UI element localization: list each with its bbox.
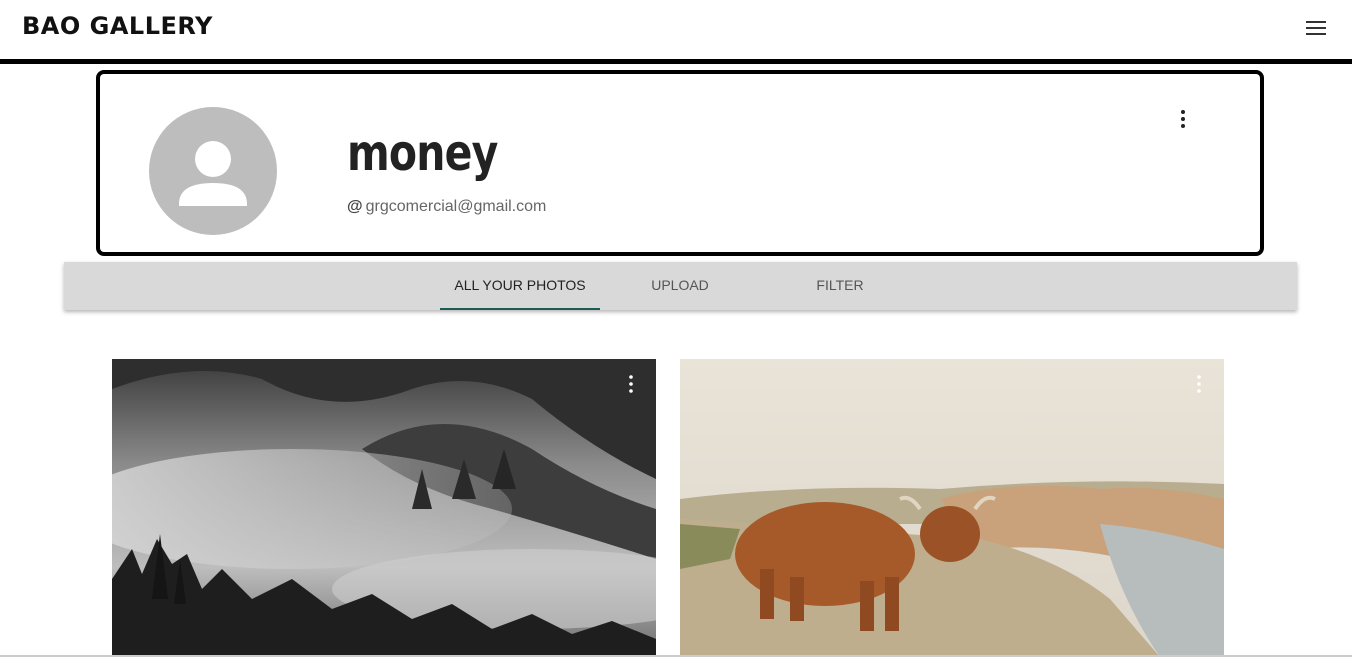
more-vert-icon[interactable] <box>1196 375 1202 393</box>
avatar <box>149 107 277 235</box>
tab-bar: ALL YOUR PHOTOS UPLOAD FILTER <box>64 262 1297 310</box>
tab-filter[interactable]: FILTER <box>760 262 920 310</box>
profile-name: money <box>347 124 498 182</box>
photo-card[interactable] <box>680 359 1224 657</box>
top-app-bar: BAO GALLERY <box>0 0 1352 64</box>
person-icon <box>179 141 247 206</box>
more-vert-icon[interactable] <box>1178 109 1188 129</box>
tab-all-your-photos[interactable]: ALL YOUR PHOTOS <box>440 262 600 310</box>
photo-image <box>112 359 656 657</box>
photo-image <box>680 359 1224 657</box>
brand-logo[interactable]: BAO GALLERY <box>22 12 213 40</box>
profile-card: money @ grgcomercial@gmail.com <box>96 70 1264 256</box>
photo-card[interactable] <box>112 359 656 657</box>
tab-upload[interactable]: UPLOAD <box>600 262 760 310</box>
more-vert-icon[interactable] <box>628 375 634 393</box>
email-text: grgcomercial@gmail.com <box>365 198 547 215</box>
hamburger-menu-icon[interactable] <box>1306 21 1326 37</box>
at-icon: @ <box>347 198 363 215</box>
profile-email: @ grgcomercial@gmail.com <box>347 198 546 216</box>
